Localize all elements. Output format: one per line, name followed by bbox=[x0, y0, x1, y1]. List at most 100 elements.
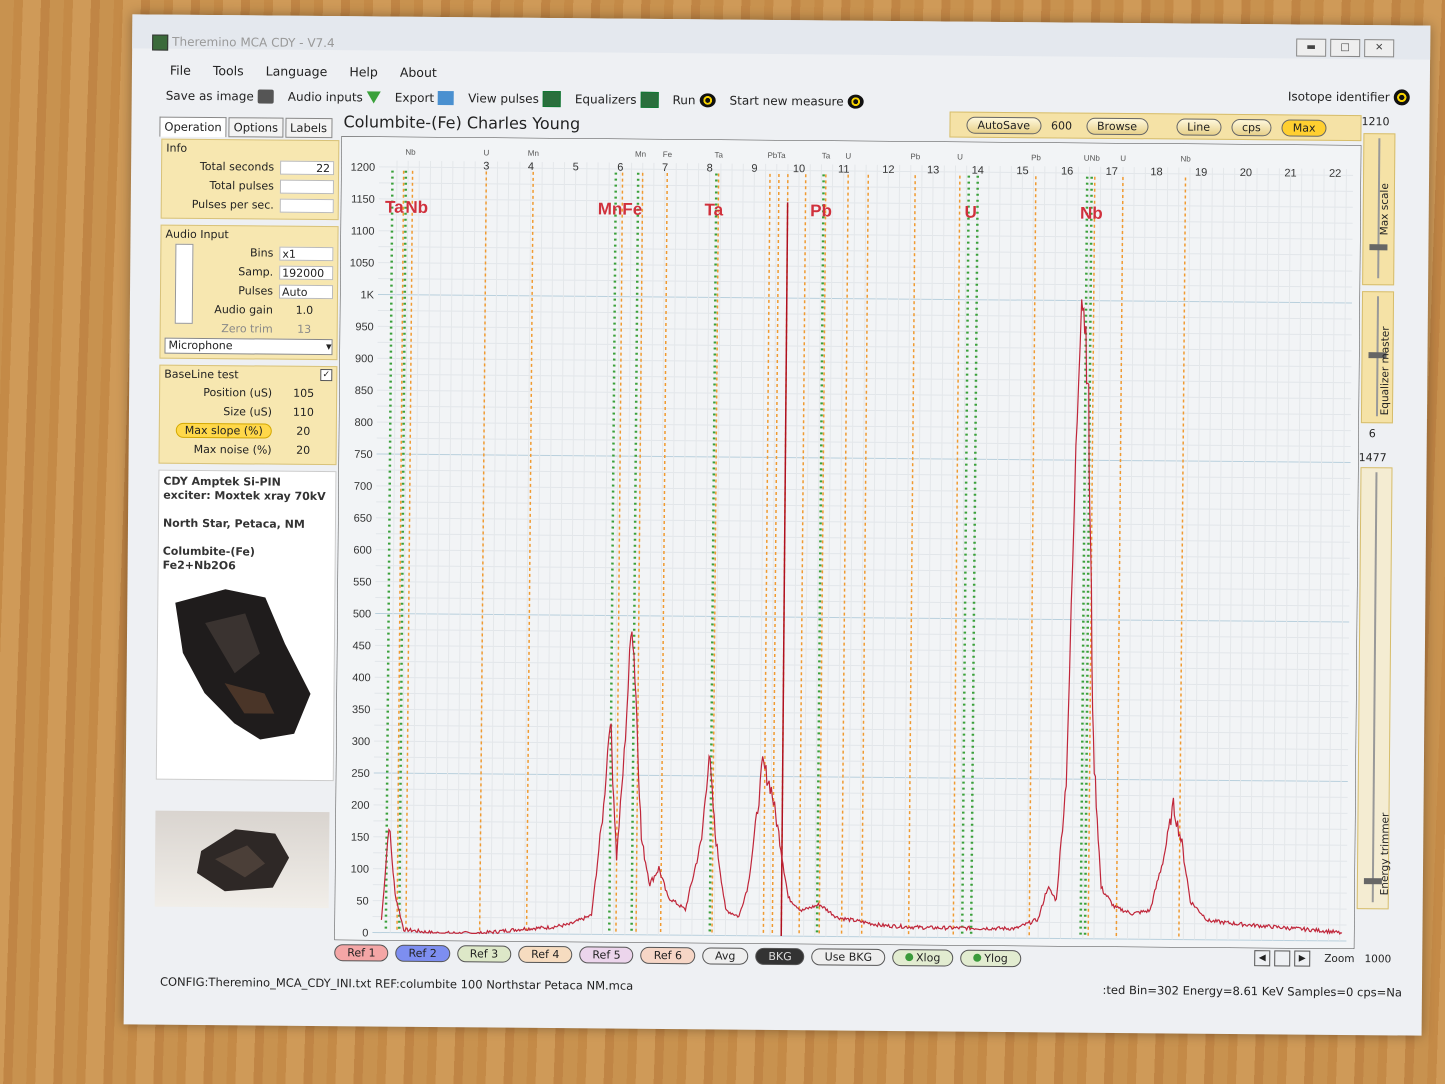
emission-line-label: Pb bbox=[1031, 153, 1041, 162]
max-noise-value[interactable]: 20 bbox=[278, 443, 332, 457]
ref5-button[interactable]: Ref 5 bbox=[579, 946, 634, 964]
top-controls: AutoSave 600 Browse Line cps Max bbox=[949, 111, 1362, 142]
y-tick-label: 600 bbox=[353, 544, 371, 556]
max-slope-label[interactable]: Max slope (%) bbox=[175, 422, 272, 439]
total-seconds-value: 22 bbox=[280, 160, 335, 175]
ref3-button[interactable]: Ref 3 bbox=[456, 945, 512, 963]
y-tick-label: 900 bbox=[355, 353, 373, 365]
notes-line bbox=[163, 503, 331, 518]
bins-select[interactable]: x1 bbox=[279, 246, 334, 261]
x-tick-label: 5 bbox=[573, 161, 579, 173]
bkg-button[interactable]: BKG bbox=[755, 947, 805, 966]
menu-about[interactable]: About bbox=[400, 65, 437, 80]
autosave-button[interactable]: AutoSave bbox=[966, 116, 1042, 134]
radiation-icon bbox=[1393, 89, 1410, 106]
zero-trim-value[interactable]: 13 bbox=[279, 322, 333, 336]
y-tick-label: 200 bbox=[351, 800, 369, 812]
waveform-icon bbox=[542, 90, 561, 108]
ref6-button[interactable]: Ref 6 bbox=[640, 946, 696, 965]
notes-line bbox=[163, 531, 331, 546]
line-button[interactable]: Line bbox=[1176, 117, 1222, 136]
energy-trimmer-label: Energy trimmer bbox=[1378, 812, 1392, 896]
zoom-controls: ◀ ▶ Zoom 1000 bbox=[1254, 950, 1391, 967]
export-button[interactable]: Export bbox=[394, 90, 455, 106]
save-image-button[interactable]: Save as image bbox=[166, 89, 274, 104]
pulses-select[interactable]: Auto bbox=[278, 284, 334, 299]
chevron-down-icon: ▾ bbox=[325, 340, 332, 354]
maximize-button[interactable]: □ bbox=[1330, 38, 1361, 58]
samp-select[interactable]: 192000 bbox=[279, 265, 334, 280]
size-label: Size (uS) bbox=[223, 405, 273, 419]
x-tick-label: 9 bbox=[751, 163, 757, 175]
scroll-thumb[interactable] bbox=[1274, 950, 1291, 967]
run-button[interactable]: Run bbox=[672, 93, 716, 108]
y-tick-label: 850 bbox=[355, 385, 373, 397]
samp-label: Samp. bbox=[238, 265, 274, 279]
emission-line-label: U bbox=[845, 152, 851, 161]
tab-operation[interactable]: Operation bbox=[159, 116, 227, 138]
emission-line-label: Ta bbox=[777, 151, 786, 160]
x-tick-label: 20 bbox=[1240, 167, 1252, 179]
scroll-right-icon[interactable]: ▶ bbox=[1294, 950, 1311, 967]
menu-file[interactable]: File bbox=[170, 63, 191, 78]
y-tick-label: 650 bbox=[354, 513, 372, 525]
bins-label: Bins bbox=[249, 246, 274, 260]
autosave-interval[interactable]: 600 bbox=[1051, 119, 1072, 132]
emission-line-label: U bbox=[957, 153, 963, 162]
x-tick-label: 12 bbox=[882, 164, 894, 176]
max-scale-label: Max scale bbox=[1378, 183, 1392, 236]
menu-tools[interactable]: Tools bbox=[213, 63, 244, 78]
zoom-value[interactable]: 1000 bbox=[1364, 953, 1391, 965]
isotope-identifier-button[interactable]: Isotope identifier bbox=[1288, 88, 1410, 106]
status-config: CONFIG:Theremino_MCA_CDY_INI.txt REF:col… bbox=[159, 974, 634, 993]
ref2-button[interactable]: Ref 2 bbox=[395, 944, 450, 963]
ylog-button[interactable]: Ylog bbox=[960, 949, 1021, 968]
y-tick-label: 1150 bbox=[351, 194, 375, 206]
emission-line-label: Pb bbox=[910, 152, 920, 161]
slider-thumb[interactable] bbox=[1369, 244, 1388, 251]
export-label: Export bbox=[394, 90, 435, 105]
y-tick-label: 300 bbox=[352, 736, 370, 748]
cps-button[interactable]: cps bbox=[1230, 118, 1272, 136]
browse-button[interactable]: Browse bbox=[1085, 117, 1149, 135]
x-tick-label: 8 bbox=[707, 162, 713, 174]
equalizers-button[interactable]: Equalizers bbox=[575, 91, 659, 108]
device-select[interactable]: Microphone ▾ bbox=[164, 337, 333, 356]
ref1-button[interactable]: Ref 1 bbox=[334, 944, 389, 962]
start-new-label: Start new measure bbox=[729, 93, 844, 109]
x-tick-label: 19 bbox=[1195, 167, 1207, 179]
x-tick-label: 14 bbox=[972, 165, 984, 177]
menu-help[interactable]: Help bbox=[349, 64, 378, 79]
gain-value[interactable]: 1.0 bbox=[279, 303, 333, 317]
y-tick-label: 150 bbox=[351, 832, 369, 844]
menu-language[interactable]: Language bbox=[266, 64, 328, 80]
position-value[interactable]: 105 bbox=[278, 386, 332, 400]
menu-bar: File Tools Language Help About bbox=[170, 63, 459, 81]
baseline-checkbox[interactable]: ✓ bbox=[320, 369, 333, 382]
max-noise-label: Max noise (%) bbox=[193, 442, 272, 457]
scroll-left-icon[interactable]: ◀ bbox=[1254, 950, 1271, 967]
view-pulses-button[interactable]: View pulses bbox=[468, 90, 561, 108]
x-tick-label: 7 bbox=[662, 162, 668, 174]
minimize-button[interactable]: ▬ bbox=[1296, 38, 1327, 57]
window-title: Theremino MCA CDY - V7.4 bbox=[172, 34, 335, 51]
y-tick-label: 700 bbox=[354, 481, 372, 493]
tab-labels[interactable]: Labels bbox=[284, 117, 333, 139]
size-value[interactable]: 110 bbox=[278, 405, 332, 419]
spectrum-plot[interactable]: 0 50 100 150 200 250 300 350 400 450 500 550 600 650 7… bbox=[333, 135, 1362, 950]
notes-line: CDY Amptek Si-PIN bbox=[163, 474, 281, 489]
audio-inputs-button[interactable]: Audio inputs bbox=[288, 90, 381, 105]
avg-button[interactable]: Avg bbox=[701, 947, 749, 965]
tab-options[interactable]: Options bbox=[228, 117, 284, 138]
xlog-button[interactable]: Xlog bbox=[891, 949, 954, 967]
emission-line-label: Fe bbox=[663, 150, 673, 159]
close-button[interactable]: ✕ bbox=[1364, 39, 1395, 58]
emission-line-label: Nb bbox=[405, 148, 416, 157]
use-bkg-button[interactable]: Use BKG bbox=[811, 948, 886, 966]
ref4-button[interactable]: Ref 4 bbox=[518, 945, 573, 964]
max-slope-value[interactable]: 20 bbox=[278, 424, 332, 438]
emission-line-label: Nb bbox=[1181, 155, 1192, 164]
start-new-measure-button[interactable]: Start new measure bbox=[730, 94, 864, 109]
max-button[interactable]: Max bbox=[1281, 118, 1327, 137]
x-tick-label: 17 bbox=[1106, 166, 1118, 178]
